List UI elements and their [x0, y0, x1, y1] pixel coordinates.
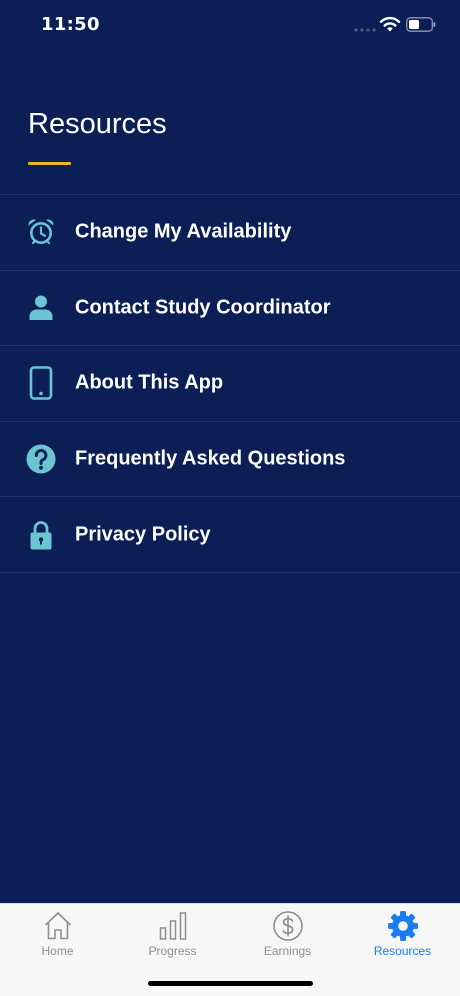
- menu-item-about-app[interactable]: About This App: [0, 346, 460, 422]
- signal-icon: [354, 28, 376, 32]
- resources-menu: Change My Availability Contact Study Coo…: [0, 194, 460, 573]
- alarm-clock-icon: [26, 217, 56, 247]
- menu-item-label: Contact Study Coordinator: [75, 296, 331, 319]
- page-title: Resources: [28, 108, 167, 140]
- gear-icon: [387, 911, 418, 941]
- tab-resources[interactable]: Resources: [345, 904, 460, 966]
- home-icon: [44, 912, 71, 940]
- wifi-icon: [379, 16, 401, 32]
- status-bar: 11:50: [0, 0, 460, 52]
- menu-item-faq[interactable]: Frequently Asked Questions: [0, 422, 460, 498]
- tab-label: Progress: [148, 944, 197, 958]
- person-icon: [26, 293, 56, 323]
- home-indicator[interactable]: [148, 981, 313, 986]
- menu-item-label: Frequently Asked Questions: [75, 447, 346, 470]
- bar-chart-icon: [159, 912, 186, 940]
- tab-progress[interactable]: Progress: [115, 904, 230, 966]
- title-underline: [28, 162, 71, 165]
- phone-icon: [26, 366, 56, 401]
- lock-icon: [26, 520, 56, 550]
- tab-label: Home: [41, 944, 74, 958]
- tab-home[interactable]: Home: [0, 904, 115, 966]
- menu-item-label: About This App: [75, 371, 224, 394]
- menu-item-change-availability[interactable]: Change My Availability: [0, 195, 460, 271]
- status-time: 11:50: [41, 14, 100, 35]
- menu-item-label: Change My Availability: [75, 220, 292, 243]
- question-icon: [26, 444, 56, 474]
- tab-label: Earnings: [263, 944, 312, 958]
- menu-item-privacy-policy[interactable]: Privacy Policy: [0, 497, 460, 573]
- tab-earnings[interactable]: Earnings: [230, 904, 345, 966]
- menu-item-contact-coordinator[interactable]: Contact Study Coordinator: [0, 271, 460, 347]
- tab-label: Resources: [373, 944, 432, 958]
- dollar-icon: [272, 911, 303, 941]
- menu-item-label: Privacy Policy: [75, 523, 211, 546]
- battery-icon: [406, 17, 436, 32]
